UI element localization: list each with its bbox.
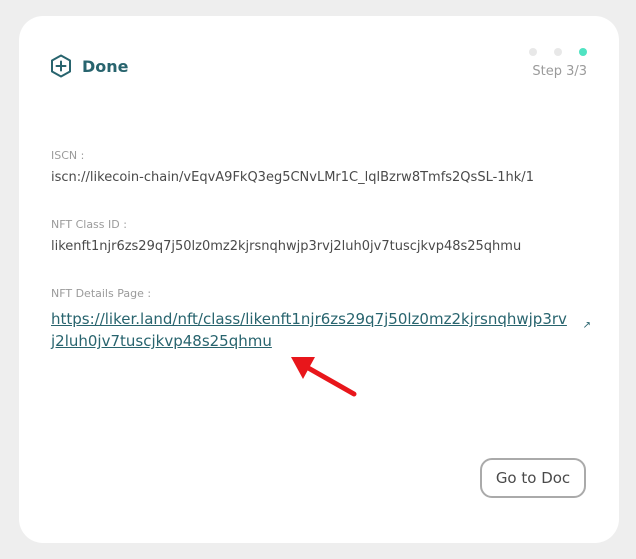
nft-class-label: NFT Class ID : — [51, 218, 127, 231]
iscn-label: ISCN : — [51, 149, 85, 162]
page-title: Done — [82, 56, 129, 76]
plus-circle-hexagon-icon — [51, 54, 71, 78]
iscn-value: iscn://likecoin-chain/vEqvA9FkQ3eg5CNvLM… — [51, 170, 534, 185]
red-arrow-annotation-icon — [291, 357, 357, 397]
nft-details-link-row: https://liker.land/nft/class/likenft1njr… — [51, 308, 591, 352]
nft-class-value: likenft1njr6zs29q7j50lz0mz2kjrsnqhwjp3rv… — [51, 239, 522, 254]
go-to-doc-button[interactable]: Go to Doc — [480, 458, 586, 498]
card-header: Done — [50, 54, 129, 78]
step-indicator: Step 3/3 — [529, 48, 587, 79]
step-dot-3-active — [579, 48, 587, 56]
step-dot-2 — [554, 48, 562, 56]
iscn-field: ISCN : iscn://likecoin-chain/vEqvA9FkQ3e… — [51, 149, 534, 185]
step-dot-1 — [529, 48, 537, 56]
nft-details-label: NFT Details Page : — [51, 287, 152, 300]
step-dots — [529, 48, 587, 56]
nft-class-field: NFT Class ID : likenft1njr6zs29q7j50lz0m… — [51, 218, 521, 254]
step-label: Step 3/3 — [532, 64, 587, 79]
done-card: Done Step 3/3 ISCN : iscn://likecoin-cha… — [19, 16, 619, 543]
nft-details-field: NFT Details Page : https://liker.land/nf… — [51, 287, 591, 352]
nft-details-link[interactable]: https://liker.land/nft/class/likenft1njr… — [51, 308, 571, 352]
external-link-icon[interactable]: ↗ — [583, 320, 591, 331]
